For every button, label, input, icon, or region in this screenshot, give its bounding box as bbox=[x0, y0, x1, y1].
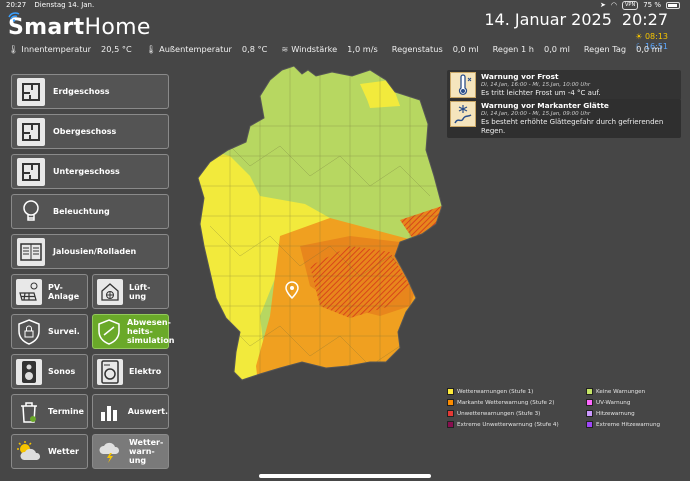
warning-period: Di, 14.Jan, 20:00 - Mi, 15.Jan, 09:00 Uh… bbox=[481, 111, 591, 117]
germany-warning-map[interactable] bbox=[190, 66, 445, 401]
ice-road-icon bbox=[450, 101, 476, 127]
ios-status-bar: 20:27 Dienstag 14. Jan. ➤ ◠ VPN 75 % bbox=[0, 0, 690, 10]
sensor-windstaerke: ≋ Windstärke 1,0 m/s bbox=[281, 44, 378, 54]
floorplan-icon bbox=[17, 77, 45, 106]
obergeschoss-button[interactable]: Obergeschoss bbox=[11, 114, 169, 149]
untergeschoss-button[interactable]: Untergeschoss bbox=[11, 154, 169, 189]
sonos-button[interactable]: Sonos bbox=[11, 354, 88, 389]
location-icon: ➤ bbox=[600, 1, 606, 9]
surveillance-button[interactable]: Survei. bbox=[11, 314, 88, 349]
sensor-aussentemperatur: 🌡 Außentemperatur 0,8 °C bbox=[145, 43, 268, 55]
auswertung-button[interactable]: Auswert. bbox=[92, 394, 169, 429]
floorplan-icon bbox=[17, 157, 45, 186]
sun-icon: ☀ bbox=[635, 32, 643, 41]
frost-thermometer-icon bbox=[450, 72, 476, 98]
warning-text: Es besteht erhöhte Glättegefahr durch ge… bbox=[481, 118, 664, 135]
home-indicator[interactable] bbox=[259, 474, 431, 478]
warning-title: Warnung vor Markanter Glätte bbox=[481, 101, 609, 110]
sunrise-time: 08:13 bbox=[644, 32, 668, 41]
washing-machine-icon bbox=[97, 358, 123, 385]
legend-item: Keine Warnungen bbox=[586, 388, 645, 395]
legend-item: Wetterwarnungen (Stufe 1) bbox=[447, 388, 533, 395]
battery-icon bbox=[666, 1, 680, 9]
wind-icon: ≋ bbox=[281, 44, 289, 54]
bar-chart-icon bbox=[97, 399, 122, 425]
trash-can-icon bbox=[16, 399, 42, 425]
status-date: Dienstag 14. Jan. bbox=[34, 1, 95, 9]
legend-item: Hitzewarnung bbox=[586, 410, 635, 417]
thermometer-icon: 🌡 bbox=[145, 43, 157, 54]
legend-item: Unwetterwarnungen (Stufe 3) bbox=[447, 410, 540, 417]
header-time: 20:27 bbox=[621, 10, 668, 29]
warning-title: Warnung vor Frost bbox=[481, 72, 559, 81]
lueftung-button[interactable]: Lüft-ung bbox=[92, 274, 169, 309]
pv-anlage-button[interactable]: PV- Anlage bbox=[11, 274, 88, 309]
jalousien-button[interactable]: Jalousien/Rolladen bbox=[11, 234, 169, 269]
sensor-bar: 🌡 Innentemperatur 20,5 °C 🌡 Außentemperat… bbox=[8, 43, 676, 55]
erdgeschoss-button[interactable]: Erdgeschoss bbox=[11, 74, 169, 109]
vpn-badge: VPN bbox=[622, 0, 639, 10]
logo-home: Home bbox=[84, 14, 151, 40]
warning-card-glatte[interactable]: Warnung vor Markanter Glätte Di, 14.Jan,… bbox=[447, 99, 681, 138]
floorplan-icon bbox=[17, 117, 45, 146]
legend-item: Markante Wetterwarnung (Stufe 2) bbox=[447, 399, 554, 406]
sun-cloud-icon bbox=[16, 439, 42, 465]
thermometer-icon: 🌡 bbox=[8, 43, 19, 54]
house-shield-icon bbox=[97, 318, 121, 345]
solar-panel-icon bbox=[16, 278, 42, 305]
sensor-regen-tag: Regen Tag 0,0 ml bbox=[583, 44, 662, 54]
legend-item: Extreme Unwetterwarnung (Stufe 4) bbox=[447, 421, 559, 428]
warning-text: Es tritt leichter Frost um -4 °C auf. bbox=[481, 89, 601, 97]
sensor-innentemperatur: 🌡 Innentemperatur 20,5 °C bbox=[8, 43, 132, 55]
wifi-icon: ◠ bbox=[610, 1, 618, 9]
window-blinds-icon bbox=[17, 237, 45, 266]
warning-period: Di, 14.Jan, 16:00 - Mi, 15.Jan, 10:00 Uh… bbox=[481, 82, 591, 88]
speaker-icon bbox=[16, 358, 42, 385]
termine-button[interactable]: Termine bbox=[11, 394, 88, 429]
wifi-signal-icon bbox=[8, 12, 20, 22]
abwesenheitssimulation-button[interactable]: Abwesen-heits-simulation bbox=[92, 314, 174, 349]
sensor-regen-1h: Regen 1 h 0,0 ml bbox=[492, 44, 570, 54]
legend-item: UV-Warnung bbox=[586, 399, 630, 406]
beleuchtung-button[interactable]: Beleuchtung bbox=[11, 194, 169, 229]
map-legend: Wetterwarnungen (Stufe 1) Markante Wette… bbox=[447, 388, 681, 432]
warning-card-frost[interactable]: Warnung vor Frost Di, 14.Jan, 16:00 - Mi… bbox=[447, 70, 681, 100]
header-datetime: 14. Januar 2025 20:27 bbox=[484, 10, 668, 29]
header-date: 14. Januar 2025 bbox=[484, 10, 612, 29]
wetter-button[interactable]: Wetter bbox=[11, 434, 88, 469]
sensor-regenstatus: Regenstatus 0,0 ml bbox=[391, 44, 479, 54]
elektro-button[interactable]: Elektro bbox=[92, 354, 169, 389]
storm-cloud-icon bbox=[97, 439, 123, 465]
battery-percent: 75 % bbox=[643, 1, 661, 9]
fan-icon bbox=[97, 278, 123, 305]
shield-icon bbox=[16, 318, 42, 345]
status-time: 20:27 bbox=[6, 1, 27, 9]
app-logo: SmartHome bbox=[8, 10, 151, 40]
legend-item: Extreme Hitzewarnung bbox=[586, 421, 660, 428]
lightbulb-icon bbox=[17, 198, 45, 226]
wetterwarnung-button[interactable]: Wetter-warn-ung bbox=[92, 434, 169, 469]
